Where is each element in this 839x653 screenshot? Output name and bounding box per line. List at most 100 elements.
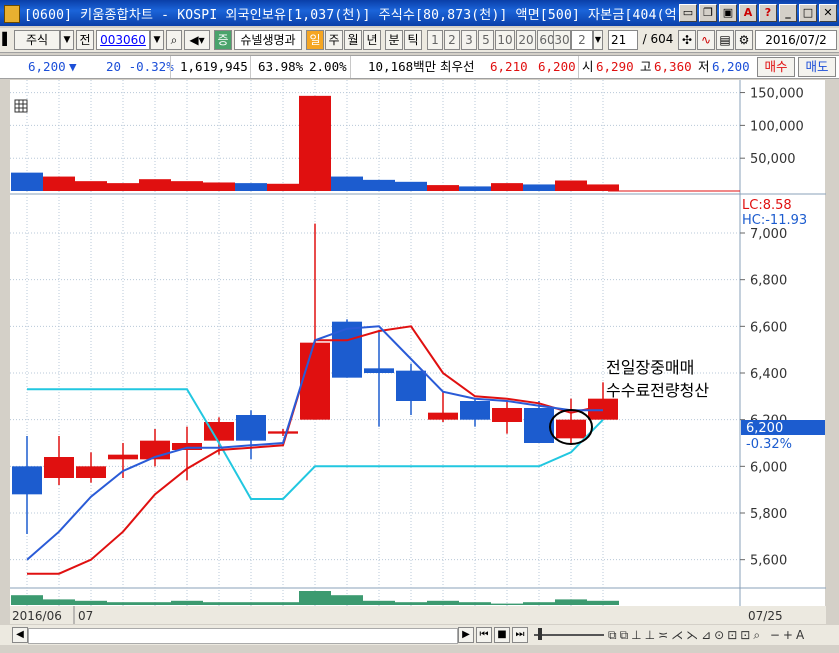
layout-icon[interactable]: ▭ — [679, 4, 697, 22]
sound-icon[interactable]: ◀▾ — [184, 30, 210, 50]
stock-code-input[interactable]: 003060 — [96, 30, 150, 50]
volume-tick-label: 50,000 — [750, 152, 796, 167]
pin-icon[interactable]: ▌ — [2, 30, 12, 50]
last-page-icon[interactable]: ⏭ — [512, 627, 528, 643]
indicator-bar — [523, 602, 555, 605]
market-dropdown-icon[interactable]: ▼ — [60, 30, 74, 50]
interval-10[interactable]: 10 — [495, 30, 515, 50]
candle-up — [556, 419, 586, 439]
chart-background — [10, 80, 740, 606]
period-week[interactable]: 주 — [325, 30, 343, 50]
volume-bar — [491, 183, 523, 191]
minimize-icon[interactable]: _ — [779, 4, 797, 22]
indicator-bar — [139, 602, 171, 605]
interval-1[interactable]: 1 — [427, 30, 443, 50]
volume: 1,619,945 — [180, 59, 248, 74]
y-tick-label: 5,800 — [750, 507, 787, 522]
zoom-slider[interactable] — [534, 634, 604, 636]
low-price: 6,200 — [712, 59, 750, 74]
chart-scrollbar[interactable]: ◀ ▶ ⏮ ■ ⏭ ⧉⧉⊥⊥≍⋌⋋⊿⊙⊡⊡⌕ −+A — [0, 625, 839, 645]
scroll-track[interactable] — [28, 628, 458, 644]
volume-bar — [235, 183, 267, 191]
interval-5[interactable]: 5 — [478, 30, 494, 50]
best-ask: 6,210 — [490, 59, 528, 74]
trend-icon[interactable]: ∿ — [697, 30, 715, 50]
lc-label: LC:8.58 — [742, 198, 792, 213]
candle-up — [76, 466, 106, 478]
high-price: 6,360 — [654, 59, 692, 74]
best-label: 최우선 — [440, 59, 475, 74]
candle-up — [300, 342, 330, 420]
volume-bar — [11, 172, 43, 191]
count-input[interactable]: 21 — [608, 30, 638, 50]
stock-name: 슈넬생명과 — [234, 30, 302, 50]
period-year[interactable]: 년 — [363, 30, 381, 50]
copy-icon[interactable]: ❐ — [699, 4, 717, 22]
chart-area[interactable]: 5,600 5,800 6,000 6,200 6,400 6,600 6,800 7,000… — [0, 78, 839, 648]
scroll-right-icon[interactable]: ▶ — [458, 627, 474, 643]
zoom-slider-thumb[interactable] — [538, 628, 542, 640]
indicator-bar — [299, 591, 331, 605]
x-label-end: 07/25 — [748, 609, 783, 623]
volume-tick-label: 150,000 — [750, 87, 804, 102]
current-change-axis-label: -0.32% — [746, 437, 792, 452]
cross-arrow-icon[interactable]: ✣ — [678, 30, 696, 50]
interval-input[interactable]: 2 — [571, 30, 593, 50]
turnover-rate: 63.98% — [258, 59, 304, 74]
volume-bar — [139, 179, 171, 191]
grid-toggle-icon[interactable] — [14, 99, 28, 113]
volume-bar — [299, 95, 331, 191]
y-tick-label: 6,000 — [750, 460, 787, 475]
candle-up — [268, 431, 298, 434]
open-label: 시 — [582, 59, 594, 74]
stop-icon[interactable]: ■ — [494, 627, 510, 643]
buy-button[interactable]: 매수 — [757, 57, 795, 77]
maximize-icon[interactable]: □ — [799, 4, 817, 22]
candle-up — [588, 398, 618, 420]
indicator-bar — [395, 602, 427, 605]
indicator-bar — [331, 595, 363, 605]
indicator-bar — [267, 602, 299, 605]
search-icon[interactable]: ⌕ — [166, 30, 182, 50]
y-tick-label: 6,400 — [750, 367, 787, 382]
y-tick-label: 6,600 — [750, 320, 787, 335]
secondary-rate: 2.00% — [309, 59, 347, 74]
indicator-bar — [363, 600, 395, 605]
first-page-icon[interactable]: ⏮ — [476, 627, 492, 643]
volume-bar — [363, 179, 395, 191]
margin-badge: 증 — [214, 30, 232, 50]
code-dropdown-icon[interactable]: ▼ — [150, 30, 164, 50]
drawing-tools[interactable]: ⧉⧉⊥⊥≍⋌⋋⊿⊙⊡⊡⌕ −+A — [608, 627, 807, 643]
low-label: 저 — [698, 59, 710, 74]
market-select[interactable]: 주식 — [14, 30, 60, 50]
all-button[interactable]: 전 — [76, 30, 94, 50]
interval-dropdown-icon[interactable]: ▼ — [593, 30, 603, 50]
page-icon[interactable]: ▤ — [716, 30, 734, 50]
interval-20[interactable]: 20 — [516, 30, 536, 50]
period-minute[interactable]: 분 — [385, 30, 403, 50]
period-day[interactable]: 일 — [306, 30, 324, 50]
y-tick-label: 7,000 — [750, 227, 787, 242]
period-tick[interactable]: 틱 — [404, 30, 422, 50]
settings-icon[interactable]: ⚙ — [735, 30, 753, 50]
help-icon[interactable]: ? — [759, 4, 777, 22]
interval-3[interactable]: 3 — [461, 30, 477, 50]
chart-toolbar: ▌ 주식 ▼ 전 003060 ▼ ⌕ ◀▾ 증 슈넬생명과 일 주 월 년 분… — [0, 28, 839, 53]
candle-up — [492, 408, 522, 422]
sell-button[interactable]: 매도 — [798, 57, 836, 77]
date-input[interactable]: 2016/07/2 — [755, 30, 837, 50]
save-icon[interactable]: ▣ — [719, 4, 737, 22]
scroll-left-icon[interactable]: ◀ — [12, 627, 28, 643]
volume-bar — [555, 180, 587, 191]
interval-30[interactable]: 30 — [553, 30, 571, 50]
candle-down — [460, 401, 490, 420]
period-month[interactable]: 월 — [344, 30, 362, 50]
x-label-month: 07 — [78, 609, 93, 623]
price-chart[interactable]: 5,600 5,800 6,000 6,200 6,400 6,600 6,800 7,000… — [0, 78, 839, 624]
alert-icon[interactable]: A — [739, 4, 757, 22]
quote-bar: 6,200 ▼ 20 -0.32% 1,619,945 63.98% 2.00%… — [0, 55, 839, 79]
close-icon[interactable]: ✕ — [819, 4, 837, 22]
candle-up — [172, 443, 202, 450]
interval-2[interactable]: 2 — [444, 30, 460, 50]
y-tick-label: 6,800 — [750, 274, 787, 289]
